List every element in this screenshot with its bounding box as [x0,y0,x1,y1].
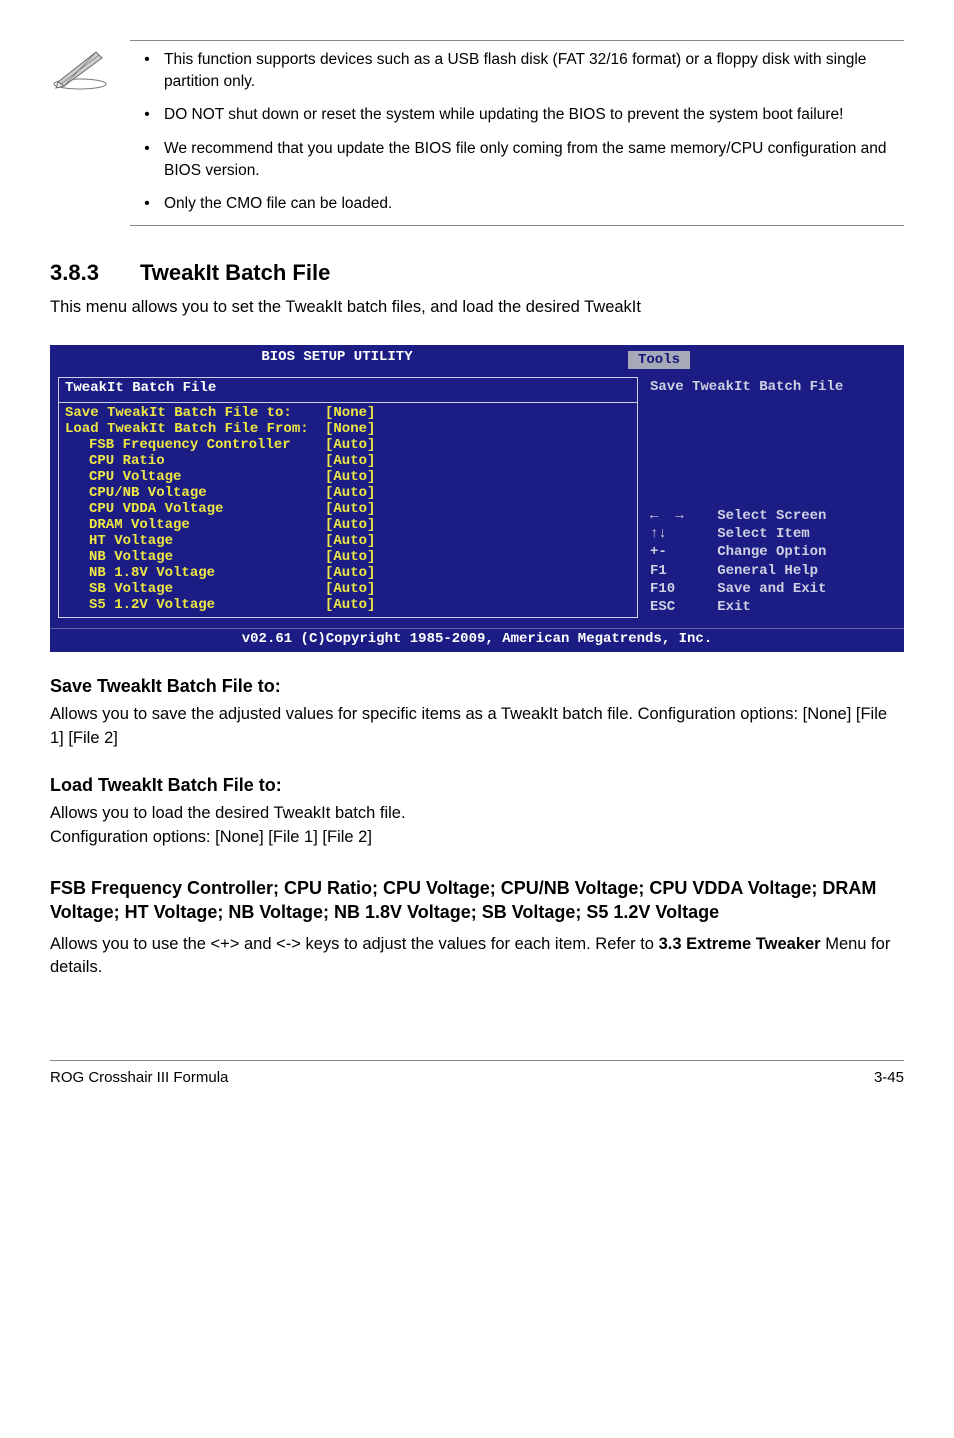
bios-setting-label: NB 1.8V Voltage [89,565,325,581]
subsection-title: Save TweakIt Batch File to: [50,676,904,697]
bios-help-text: Save TweakIt Batch File [650,379,892,395]
note-item: •DO NOT shut down or reset the system wh… [130,104,904,126]
page-footer: ROG Crosshair III Formula 3-45 [50,1060,904,1086]
bios-panel: BIOS SETUP UTILITY Tools TweakIt Batch F… [50,345,904,652]
note-item: •This function supports devices such as … [130,49,904,92]
bios-setting-label: CPU/NB Voltage [89,485,325,501]
bios-setting-label: Save TweakIt Batch File to: [65,405,325,421]
section-intro: This menu allows you to set the TweakIt … [50,296,904,319]
bios-setting-value: [Auto] [325,469,375,485]
bios-setting-value: [Auto] [325,565,375,581]
bios-tab-tools: Tools [628,351,690,369]
bios-setting-row: Save TweakIt Batch File to:[None] [65,405,631,421]
note-content: •This function supports devices such as … [130,40,904,226]
bios-setting-label: SB Voltage [89,581,325,597]
note-item: •Only the CMO file can be loaded. [130,193,904,215]
bios-setting-label: Load TweakIt Batch File From: [65,421,325,437]
section-name: TweakIt Batch File [140,260,330,286]
footer-right: 3-45 [874,1069,904,1086]
bios-right-panel: Save TweakIt Batch File ← → Select Scree… [646,377,896,618]
bios-setting-value: [Auto] [325,453,375,469]
bios-title: BIOS SETUP UTILITY [50,345,624,369]
bios-setting-value: [None] [325,405,375,421]
subsection-title: Load TweakIt Batch File to: [50,775,904,796]
footer-left: ROG Crosshair III Formula [50,1069,228,1086]
subsection-body: Allows you to load the desired TweakIt b… [50,802,904,850]
pencil-icon [50,40,130,95]
bios-setting-row: DRAM Voltage[Auto] [65,517,631,533]
bios-setting-label: DRAM Voltage [89,517,325,533]
bios-key-help: ← → Select Screen ↑↓ Select Item +- Chan… [650,507,892,616]
note-text: We recommend that you update the BIOS fi… [164,138,904,181]
subsection-body: Allows you to use the <+> and <-> keys t… [50,933,904,981]
bios-setting-row: CPU VDDA Voltage[Auto] [65,501,631,517]
note-text: This function supports devices such as a… [164,49,904,92]
bios-panel-title: TweakIt Batch File [59,378,637,403]
bios-setting-label: CPU VDDA Voltage [89,501,325,517]
section-heading: 3.8.3 TweakIt Batch File [50,260,904,286]
note-text: Only the CMO file can be loaded. [164,193,392,215]
bios-setting-value: [Auto] [325,597,375,613]
bios-setting-row: HT Voltage[Auto] [65,533,631,549]
bios-setting-label: HT Voltage [89,533,325,549]
bios-footer: v02.61 (C)Copyright 1985-2009, American … [50,628,904,652]
bios-setting-value: [Auto] [325,549,375,565]
section-number: 3.8.3 [50,260,140,286]
bios-setting-value: [None] [325,421,375,437]
subsection-body: Allows you to save the adjusted values f… [50,703,904,751]
bios-setting-label: NB Voltage [89,549,325,565]
bios-setting-row: SB Voltage[Auto] [65,581,631,597]
bios-setting-row: FSB Frequency Controller[Auto] [65,437,631,453]
bios-setting-label: CPU Ratio [89,453,325,469]
note-callout: •This function supports devices such as … [50,40,904,226]
bios-setting-row: S5 1.2V Voltage[Auto] [65,597,631,613]
bios-setting-row: CPU Ratio[Auto] [65,453,631,469]
bios-setting-label: CPU Voltage [89,469,325,485]
bios-setting-row: Load TweakIt Batch File From:[None] [65,421,631,437]
bios-setting-label: S5 1.2V Voltage [89,597,325,613]
bios-setting-row: NB 1.8V Voltage[Auto] [65,565,631,581]
bios-setting-label: FSB Frequency Controller [89,437,325,453]
bios-setting-value: [Auto] [325,517,375,533]
bios-setting-row: CPU/NB Voltage[Auto] [65,485,631,501]
bios-setting-value: [Auto] [325,581,375,597]
bios-setting-value: [Auto] [325,437,375,453]
note-text: DO NOT shut down or reset the system whi… [164,104,843,126]
subsection-title: FSB Frequency Controller; CPU Ratio; CPU… [50,876,904,925]
bios-setting-row: NB Voltage[Auto] [65,549,631,565]
bios-setting-value: [Auto] [325,533,375,549]
bios-left-panel: TweakIt Batch File Save TweakIt Batch Fi… [58,377,638,618]
note-item: •We recommend that you update the BIOS f… [130,138,904,181]
bios-setting-value: [Auto] [325,501,375,517]
bios-setting-row: CPU Voltage[Auto] [65,469,631,485]
bios-setting-value: [Auto] [325,485,375,501]
